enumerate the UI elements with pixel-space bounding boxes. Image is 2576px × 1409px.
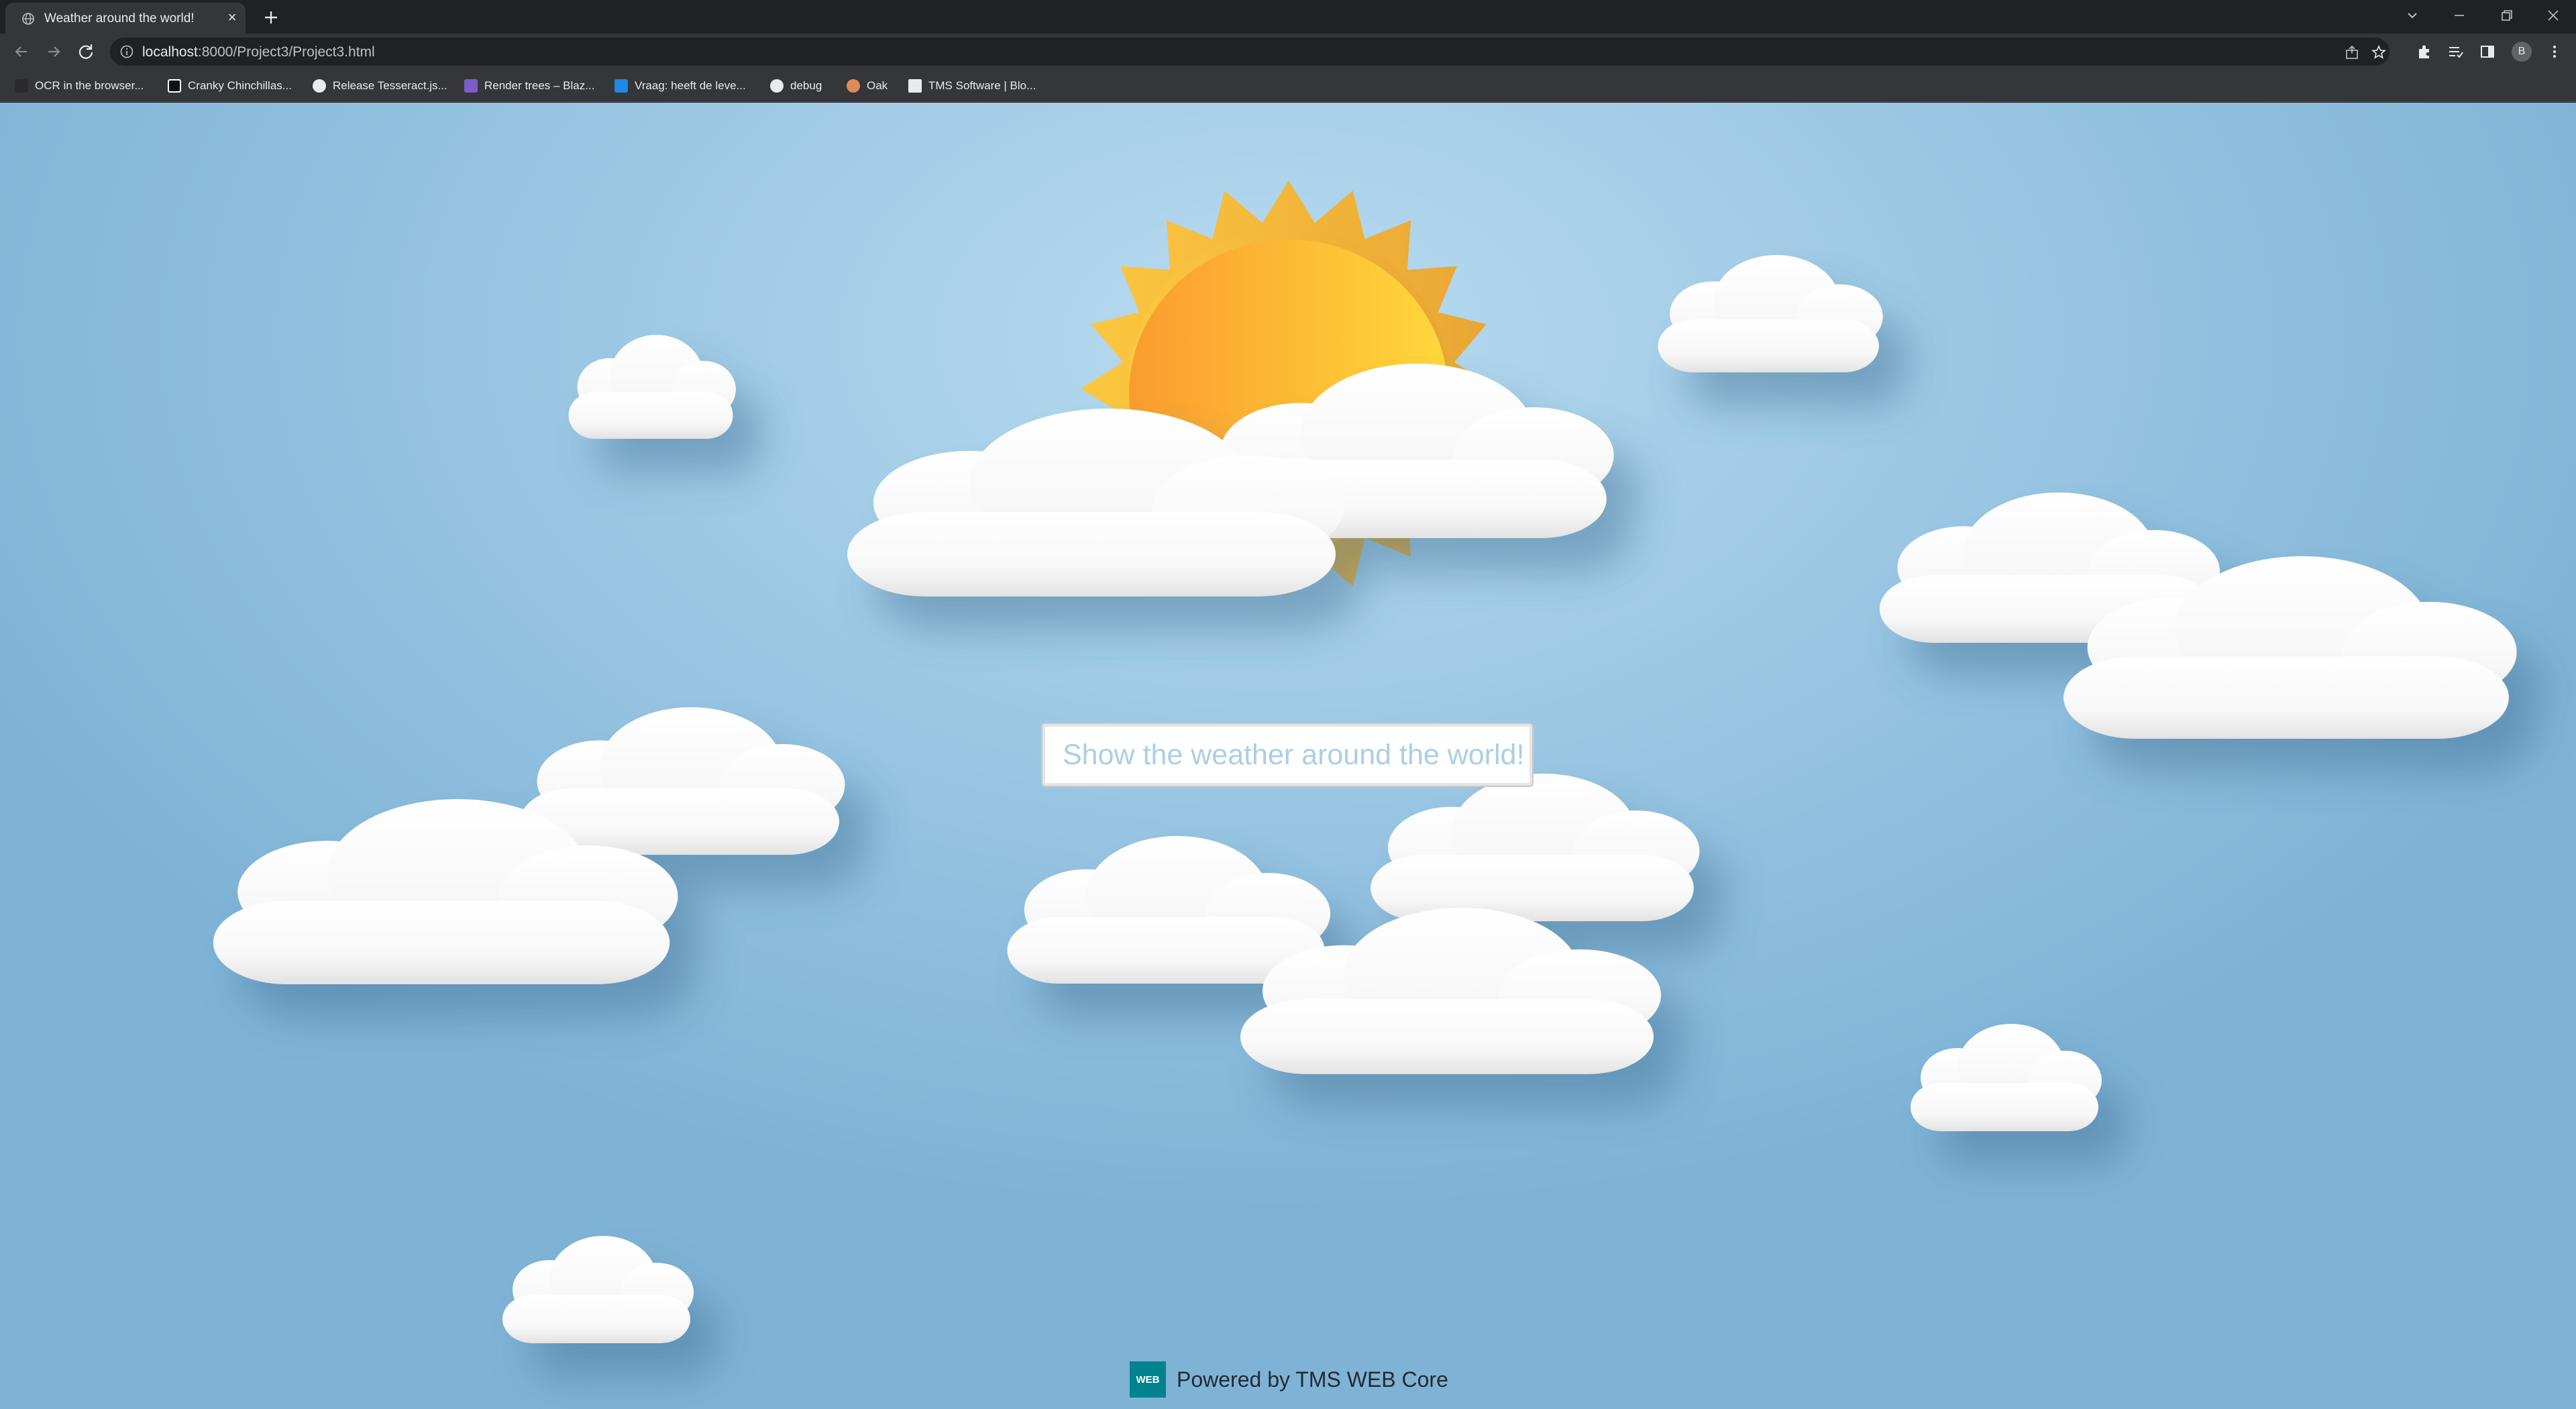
- tab-search-chevron-icon[interactable]: [2399, 5, 2426, 25]
- reading-list-icon[interactable]: [2446, 42, 2465, 61]
- github-icon: [770, 79, 784, 93]
- tab-title: Weather around the world!: [44, 11, 195, 25]
- address-bar[interactable]: localhost:8000/Project3/Project3.html: [110, 38, 2390, 66]
- cranky-chinchillas-icon: [168, 79, 181, 93]
- cloud: [1911, 1024, 2102, 1131]
- tms-web-core-logo: WEB: [1130, 1361, 1166, 1398]
- cloud: [520, 707, 845, 855]
- bookmark-item[interactable]: Cranky Chinchillas...: [168, 76, 292, 96]
- vraag-icon: [614, 79, 628, 93]
- new-tab-icon[interactable]: [258, 5, 284, 30]
- cloud: [502, 1236, 694, 1343]
- github-icon: [313, 79, 326, 93]
- bookmark-item[interactable]: OCR in the browser...: [15, 76, 144, 96]
- kebab-menu-icon[interactable]: [2545, 42, 2564, 61]
- bookmark-item[interactable]: debug: [770, 76, 822, 96]
- cloud: [1658, 255, 1883, 372]
- tab-close-icon[interactable]: ×: [224, 9, 240, 25]
- minimize-icon[interactable]: [2446, 5, 2473, 25]
- bookmarks-bar: OCR in the browser... Cranky Chinchillas…: [0, 70, 2576, 102]
- close-window-icon[interactable]: [2540, 5, 2567, 25]
- forward-arrow-icon[interactable]: [43, 41, 64, 62]
- bookmark-item[interactable]: TMS Software | Blo...: [908, 76, 1036, 96]
- bookmark-item[interactable]: Release Tesseract.js...: [313, 76, 447, 96]
- profile-avatar[interactable]: B: [2512, 42, 2532, 62]
- address-url[interactable]: localhost:8000/Project3/Project3.html: [142, 44, 375, 60]
- powered-by-text: Powered by TMS WEB Core: [1177, 1367, 1448, 1392]
- restore-icon[interactable]: [2493, 5, 2520, 25]
- web-page: WEB Powered by TMS WEB Core: [0, 103, 2576, 1409]
- extensions-puzzle-icon[interactable]: [2415, 42, 2434, 61]
- oak-icon: [847, 79, 860, 93]
- browser-toolbar: localhost:8000/Project3/Project3.html B: [0, 34, 2576, 70]
- weather-search-input[interactable]: [1045, 727, 1529, 783]
- cloud: [568, 335, 736, 439]
- tms-icon: [908, 79, 922, 93]
- url-host: localhost: [142, 44, 198, 60]
- ocr-icon: [15, 79, 28, 93]
- site-info-icon[interactable]: [119, 44, 134, 59]
- reload-icon[interactable]: [75, 41, 97, 62]
- tab-strip: Weather around the world! ×: [0, 0, 2576, 34]
- side-panel-icon[interactable]: [2478, 42, 2497, 61]
- browser-tab[interactable]: Weather around the world! ×: [5, 3, 246, 34]
- bookmark-item[interactable]: Vraag: heeft de leve...: [614, 76, 746, 96]
- blazor-icon: [464, 79, 478, 93]
- cloud: [1371, 774, 1700, 921]
- bookmark-star-icon[interactable]: [2371, 44, 2387, 60]
- bookmark-item[interactable]: Oak: [847, 76, 888, 96]
- powered-by-footer[interactable]: WEB Powered by TMS WEB Core: [1130, 1361, 1448, 1398]
- globe-icon: [22, 13, 34, 25]
- bookmark-item[interactable]: Render trees – Blaz...: [464, 76, 594, 96]
- url-path: :8000/Project3/Project3.html: [197, 44, 375, 60]
- back-arrow-icon[interactable]: [11, 41, 32, 62]
- weather-search-box[interactable]: [1042, 724, 1532, 786]
- share-icon[interactable]: [2344, 44, 2360, 60]
